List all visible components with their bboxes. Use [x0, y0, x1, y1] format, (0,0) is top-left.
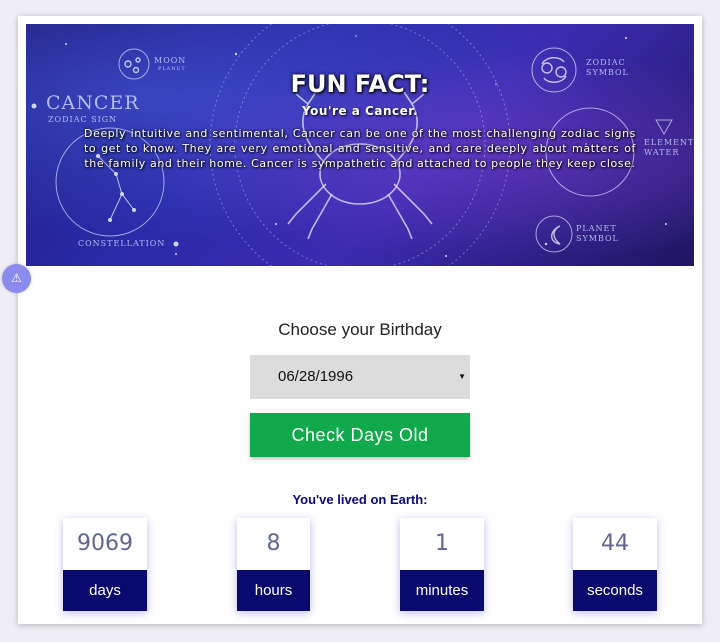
check-days-old-button[interactable]: Check Days Old [250, 413, 470, 457]
birthday-label: Choose your Birthday [278, 320, 442, 339]
counter-minutes-unit: minutes [400, 570, 484, 611]
warning-icon[interactable]: ⚠ [2, 264, 31, 293]
constellation-art-label: CONSTELLATION [78, 239, 166, 248]
counter-days: 9069 days [63, 518, 147, 611]
counter-days-value: 9069 [77, 531, 133, 556]
fun-fact-banner: CANCER ZODIAC SIGN MOON PLANET ZODIAC SY… [26, 24, 694, 266]
counter-minutes-value: 1 [435, 531, 449, 556]
birthday-selected-value: 06/28/1996 [278, 368, 354, 385]
birthday-date-select[interactable]: 06/28/1996 ▼ [250, 355, 470, 399]
chevron-down-icon: ▼ [458, 372, 466, 381]
counter-minutes: 1 minutes [400, 518, 484, 611]
fun-fact-body: Deeply intuitive and sentimental, Cancer… [84, 127, 636, 170]
fun-fact-title: FUN FACT: [290, 70, 430, 98]
counter-days-unit: days [63, 570, 147, 611]
counter-hours-unit: hours [237, 570, 310, 611]
counter-seconds-value: 44 [601, 531, 629, 556]
water-art-label: WATER [644, 148, 680, 157]
counter-hours-value: 8 [266, 531, 281, 556]
planet-symbol-art-label: PLANET SYMBOL [576, 224, 619, 243]
fun-fact-subtitle: You're a Cancer. [301, 104, 419, 118]
counter-hours: 8 hours [237, 518, 310, 611]
element-art-label: ELEMENT [644, 138, 694, 147]
counter-seconds: 44 seconds [573, 518, 657, 611]
moon-art-label: MOON [154, 56, 187, 65]
lived-on-earth-label: You've lived on Earth: [292, 492, 428, 507]
counter-seconds-unit: seconds [573, 570, 657, 611]
